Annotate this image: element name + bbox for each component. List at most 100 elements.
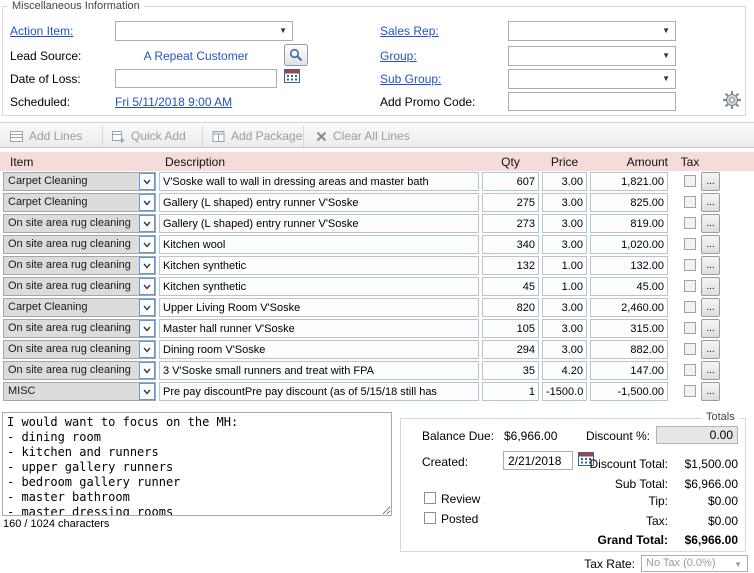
qty-input[interactable] xyxy=(482,193,539,212)
review-checkbox[interactable] xyxy=(424,492,436,504)
qty-input[interactable] xyxy=(482,172,539,191)
tax-checkbox[interactable] xyxy=(684,238,696,250)
item-select[interactable]: On site area rug cleaning xyxy=(3,214,156,233)
item-select[interactable]: On site area rug cleaning xyxy=(3,319,156,338)
posted-checkbox[interactable] xyxy=(424,512,436,524)
qty-input[interactable] xyxy=(482,298,539,317)
amount-input[interactable] xyxy=(590,298,668,317)
group-link[interactable]: Group: xyxy=(380,49,417,63)
item-select[interactable]: On site area rug cleaning xyxy=(3,340,156,359)
qty-input[interactable] xyxy=(482,361,539,380)
price-input[interactable] xyxy=(542,340,587,359)
promo-code-input[interactable] xyxy=(508,92,676,111)
discount-pct-input[interactable] xyxy=(656,426,738,444)
qty-input[interactable] xyxy=(482,235,539,254)
description-input[interactable] xyxy=(159,172,479,191)
chevron-down-icon[interactable] xyxy=(139,362,155,379)
tax-checkbox[interactable] xyxy=(684,175,696,187)
description-input[interactable] xyxy=(159,235,479,254)
qty-input[interactable] xyxy=(482,340,539,359)
chevron-down-icon[interactable] xyxy=(139,341,155,358)
row-options-button[interactable]: ... xyxy=(701,193,720,212)
amount-input[interactable] xyxy=(590,361,668,380)
chevron-down-icon[interactable] xyxy=(139,173,155,190)
qty-input[interactable] xyxy=(482,256,539,275)
qty-input[interactable] xyxy=(482,214,539,233)
amount-input[interactable] xyxy=(590,172,668,191)
amount-input[interactable] xyxy=(590,235,668,254)
item-select[interactable]: On site area rug cleaning xyxy=(3,361,156,380)
price-input[interactable] xyxy=(542,256,587,275)
tax-checkbox[interactable] xyxy=(684,259,696,271)
item-select[interactable]: Carpet Cleaning xyxy=(3,172,156,191)
date-of-loss-input[interactable] xyxy=(115,69,277,88)
qty-input[interactable] xyxy=(482,277,539,296)
item-select[interactable]: MISC xyxy=(3,382,156,401)
quick-add-button[interactable]: Quick Add xyxy=(112,127,186,145)
item-select[interactable]: Carpet Cleaning xyxy=(3,193,156,212)
clear-all-lines-button[interactable]: Clear All Lines xyxy=(316,127,410,145)
description-input[interactable] xyxy=(159,277,479,296)
price-input[interactable] xyxy=(542,277,587,296)
row-options-button[interactable]: ... xyxy=(701,235,720,254)
amount-input[interactable] xyxy=(590,193,668,212)
description-input[interactable] xyxy=(159,256,479,275)
price-input[interactable] xyxy=(542,298,587,317)
add-lines-button[interactable]: Add Lines xyxy=(10,127,82,145)
tax-checkbox[interactable] xyxy=(684,364,696,376)
tax-checkbox[interactable] xyxy=(684,322,696,334)
description-input[interactable] xyxy=(159,298,479,317)
item-select[interactable]: On site area rug cleaning xyxy=(3,277,156,296)
tax-checkbox[interactable] xyxy=(684,343,696,355)
date-of-loss-calendar-button[interactable] xyxy=(284,68,300,86)
qty-input[interactable] xyxy=(482,319,539,338)
scheduled-link[interactable]: Fri 5/11/2018 9:00 AM xyxy=(115,95,232,109)
chevron-down-icon[interactable] xyxy=(139,299,155,316)
price-input[interactable] xyxy=(542,319,587,338)
action-item-link[interactable]: Action Item: xyxy=(10,24,73,38)
tax-checkbox[interactable] xyxy=(684,280,696,292)
description-input[interactable] xyxy=(159,214,479,233)
item-select[interactable]: On site area rug cleaning xyxy=(3,256,156,275)
sub-group-select[interactable]: ▼ xyxy=(508,69,676,89)
amount-input[interactable] xyxy=(590,277,668,296)
row-options-button[interactable]: ... xyxy=(701,382,720,401)
row-options-button[interactable]: ... xyxy=(701,277,720,296)
description-input[interactable] xyxy=(159,361,479,380)
chevron-down-icon[interactable] xyxy=(139,278,155,295)
amount-input[interactable] xyxy=(590,340,668,359)
tax-checkbox[interactable] xyxy=(684,196,696,208)
lead-source-search-button[interactable] xyxy=(284,44,308,66)
row-options-button[interactable]: ... xyxy=(701,361,720,380)
description-input[interactable] xyxy=(159,340,479,359)
description-input[interactable] xyxy=(159,193,479,212)
chevron-down-icon[interactable] xyxy=(139,194,155,211)
tax-checkbox[interactable] xyxy=(684,217,696,229)
add-package-button[interactable]: Add Package xyxy=(212,127,302,145)
chevron-down-icon[interactable] xyxy=(139,383,155,400)
sub-group-link[interactable]: Sub Group: xyxy=(380,72,441,86)
group-select[interactable]: ▼ xyxy=(508,46,676,66)
notes-textarea[interactable] xyxy=(2,412,392,516)
row-options-button[interactable]: ... xyxy=(701,214,720,233)
amount-input[interactable] xyxy=(590,382,668,401)
description-input[interactable] xyxy=(159,319,479,338)
item-select[interactable]: On site area rug cleaning xyxy=(3,235,156,254)
sales-rep-select[interactable]: ▼ xyxy=(508,21,676,41)
row-options-button[interactable]: ... xyxy=(701,319,720,338)
amount-input[interactable] xyxy=(590,256,668,275)
row-options-button[interactable]: ... xyxy=(701,340,720,359)
tax-checkbox[interactable] xyxy=(684,301,696,313)
price-input[interactable] xyxy=(542,172,587,191)
chevron-down-icon[interactable] xyxy=(139,320,155,337)
amount-input[interactable] xyxy=(590,214,668,233)
action-item-select[interactable]: ▼ xyxy=(115,21,293,41)
sales-rep-link[interactable]: Sales Rep: xyxy=(380,24,439,38)
qty-input[interactable] xyxy=(482,382,539,401)
tax-rate-select[interactable]: No Tax (0.0%) ▼ xyxy=(641,555,748,572)
description-input[interactable] xyxy=(159,382,479,401)
price-input[interactable] xyxy=(542,382,587,401)
chevron-down-icon[interactable] xyxy=(139,236,155,253)
promo-gear-button[interactable] xyxy=(722,90,742,113)
price-input[interactable] xyxy=(542,235,587,254)
